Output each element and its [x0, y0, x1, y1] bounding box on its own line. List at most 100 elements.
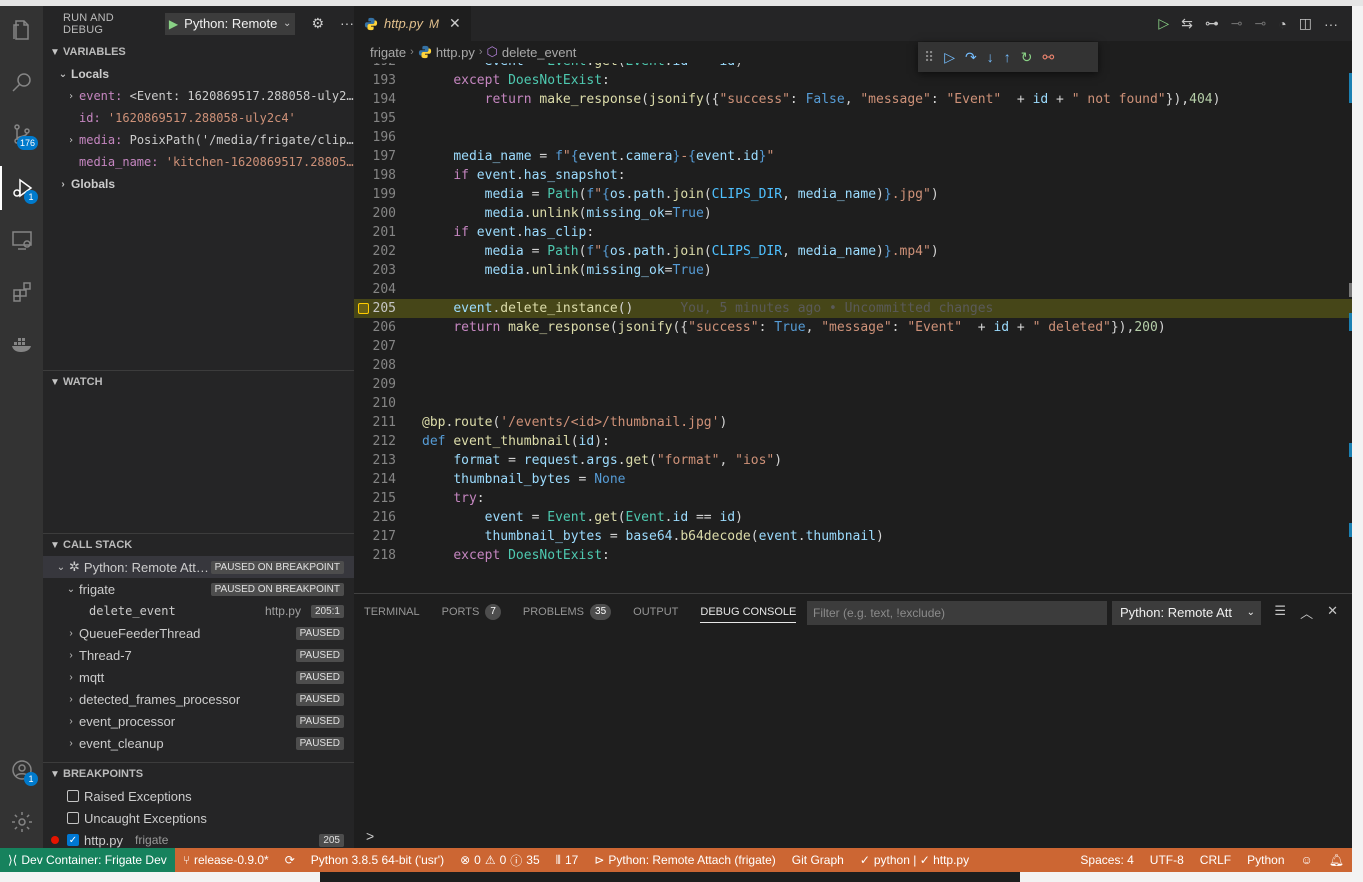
scrollbar-marker: [1349, 73, 1352, 103]
thread-row[interactable]: › mqtt PAUSED: [43, 666, 354, 688]
eol-item[interactable]: CRLF: [1192, 853, 1239, 867]
continue-icon[interactable]: ▷: [944, 49, 955, 66]
chevron-right-icon: ›: [478, 46, 483, 58]
remote-indicator[interactable]: ⟩⟨ Dev Container: Frigate Dev: [0, 848, 175, 872]
variable-row[interactable]: › event: <Event: 1620869517.288058-uly2…: [43, 85, 354, 107]
accounts-icon[interactable]: 1: [0, 748, 43, 792]
git-graph-item[interactable]: Git Graph: [784, 853, 852, 867]
restart-icon[interactable]: ↻: [1021, 49, 1033, 66]
code-line: 209: [372, 377, 396, 392]
thread-row[interactable]: › event_cleanup PAUSED: [43, 732, 354, 754]
git-branch-item[interactable]: ⑂ release-0.9.0*: [175, 853, 277, 867]
breakpoint-checkbox[interactable]: ✓: [67, 834, 79, 846]
run-file-icon[interactable]: ▷: [1158, 15, 1169, 32]
thread-name: detected_frames_processor: [79, 691, 241, 707]
step-into-icon[interactable]: ↓: [987, 49, 994, 65]
chevron-right-icon: ›: [69, 715, 73, 727]
search-icon[interactable]: [0, 60, 43, 104]
uncaught-exceptions-checkbox[interactable]: [67, 812, 79, 824]
close-panel-icon[interactable]: ✕: [1327, 603, 1338, 622]
sync-item[interactable]: ⟳: [277, 853, 303, 867]
thread-row[interactable]: › QueueFeederThread PAUSED: [43, 622, 354, 644]
compare-changes-icon[interactable]: ⇆: [1181, 15, 1193, 32]
tab-modified-indicator: M: [429, 16, 440, 31]
tab-problems[interactable]: PROBLEMS 35: [523, 594, 612, 629]
clear-console-icon[interactable]: ☰: [1274, 603, 1286, 622]
code-line: 204: [372, 282, 396, 297]
tab-output[interactable]: OUTPUT: [633, 594, 678, 629]
start-debug-icon[interactable]: ▶: [169, 17, 178, 31]
indentation-item[interactable]: Spaces: 4: [1072, 853, 1141, 867]
gear-icon[interactable]: ⚙: [311, 15, 324, 32]
ports-icon: ⦀: [555, 852, 561, 867]
debug-session-row[interactable]: ⌄ ✲ Python: Remote Att… PAUSED ON BREAKP…: [43, 556, 354, 578]
thread-row[interactable]: › event_processor PAUSED: [43, 710, 354, 732]
more-actions-icon[interactable]: ···: [340, 15, 354, 32]
breakpoint-dot-icon: [51, 836, 59, 844]
thread-row[interactable]: ⌄ frigate PAUSED ON BREAKPOINT: [43, 578, 354, 600]
more-actions-icon[interactable]: ···: [1324, 16, 1338, 32]
thread-row[interactable]: › Thread-7 PAUSED: [43, 644, 354, 666]
chevron-right-icon: ›: [61, 178, 65, 190]
problems-item[interactable]: ⊗ 0 ⚠ 0 ⓘ 35: [452, 852, 548, 869]
breakpoint-uncaught-row[interactable]: Uncaught Exceptions: [43, 807, 354, 829]
breadcrumb-item[interactable]: http.py: [436, 45, 475, 60]
variable-name: id:: [79, 111, 101, 125]
thread-row[interactable]: › detected_frames_processor PAUSED: [43, 688, 354, 710]
console-session-select[interactable]: Python: Remote Att ⌄: [1112, 601, 1261, 625]
timeline-icon[interactable]: ◔: [1278, 16, 1286, 32]
locals-scope[interactable]: ⌄ Locals: [43, 63, 354, 85]
encoding-item[interactable]: UTF-8: [1142, 853, 1192, 867]
variables-section-header[interactable]: ▼ VARIABLES: [43, 41, 354, 63]
chevron-down-icon: ⌄: [56, 561, 66, 573]
variable-row[interactable]: media_name: 'kitchen-1620869517.28805…: [43, 151, 354, 173]
previous-change-icon[interactable]: ⊸: [1231, 15, 1243, 32]
settings-gear-icon[interactable]: [0, 800, 43, 844]
tab-ports[interactable]: PORTS 7: [442, 594, 501, 629]
debug-session-item[interactable]: ⊳ Python: Remote Attach (frigate): [586, 853, 783, 867]
docker-icon[interactable]: [0, 322, 43, 366]
extensions-icon[interactable]: [0, 270, 43, 314]
tab-debug-console[interactable]: DEBUG CONSOLE: [700, 594, 796, 629]
lint-status-item[interactable]: ✓ python | ✓ http.py: [852, 853, 977, 867]
next-change-icon[interactable]: ⊸: [1255, 15, 1267, 32]
tab-http-py[interactable]: http.py M ✕: [354, 6, 471, 41]
split-editor-icon[interactable]: ◫: [1299, 15, 1312, 32]
source-control-icon[interactable]: 176: [0, 112, 43, 156]
variable-row[interactable]: id: '1620869517.288058-uly2c4': [43, 107, 354, 129]
debug-config-select[interactable]: ▶ Python: Remote ⌄: [164, 12, 296, 35]
breakpoint-raised-row[interactable]: Raised Exceptions: [43, 785, 354, 807]
feedback-icon[interactable]: ☺: [1293, 853, 1321, 867]
callstack-section-header[interactable]: ▼ CALL STACK: [43, 534, 354, 556]
debug-session-icon: ✲: [69, 559, 80, 574]
close-icon[interactable]: ✕: [449, 15, 461, 32]
function-symbol-icon: ⬡: [486, 44, 498, 59]
watch-section-header[interactable]: ▼ WATCH: [43, 371, 354, 393]
variable-row[interactable]: › media: PosixPath('/media/frigate/clip…: [43, 129, 354, 151]
code-editor[interactable]: 192 event = Event.get(Event.id == id) 19…: [354, 63, 1352, 593]
disconnect-icon[interactable]: ⚯: [1043, 49, 1055, 66]
run-debug-icon[interactable]: 1: [0, 166, 43, 210]
chevron-down-icon: ▼: [50, 768, 60, 780]
stack-frame-row[interactable]: delete_event http.py 205:1: [43, 600, 354, 622]
breakpoint-label: Raised Exceptions: [84, 788, 192, 804]
ports-item[interactable]: ⦀ 17: [548, 853, 587, 868]
explorer-icon[interactable]: [0, 8, 43, 52]
console-filter-input[interactable]: Filter (e.g. text, !exclude): [807, 601, 1107, 625]
drag-handle-icon[interactable]: ⠿: [924, 49, 934, 66]
maximize-panel-icon[interactable]: ︿: [1300, 603, 1313, 622]
notifications-bell-icon[interactable]: 🔔︎: [1321, 853, 1352, 867]
step-out-icon[interactable]: ↑: [1004, 49, 1011, 65]
git-commit-icon[interactable]: ⊶: [1205, 15, 1219, 32]
breakpoints-section-header[interactable]: ▼ BREAKPOINTS: [43, 763, 354, 785]
remote-explorer-icon[interactable]: [0, 218, 43, 262]
language-mode-item[interactable]: Python: [1239, 853, 1292, 867]
python-interpreter-item[interactable]: Python 3.8.5 64-bit ('usr'): [303, 853, 452, 867]
raised-exceptions-checkbox[interactable]: [67, 790, 79, 802]
console-prompt[interactable]: >: [366, 828, 374, 844]
breadcrumb-item[interactable]: frigate: [370, 45, 406, 60]
globals-scope[interactable]: › Globals: [43, 173, 354, 195]
tab-terminal[interactable]: TERMINAL: [364, 594, 420, 629]
breadcrumb-item[interactable]: delete_event: [502, 45, 576, 60]
step-over-icon[interactable]: ↷: [965, 49, 977, 66]
